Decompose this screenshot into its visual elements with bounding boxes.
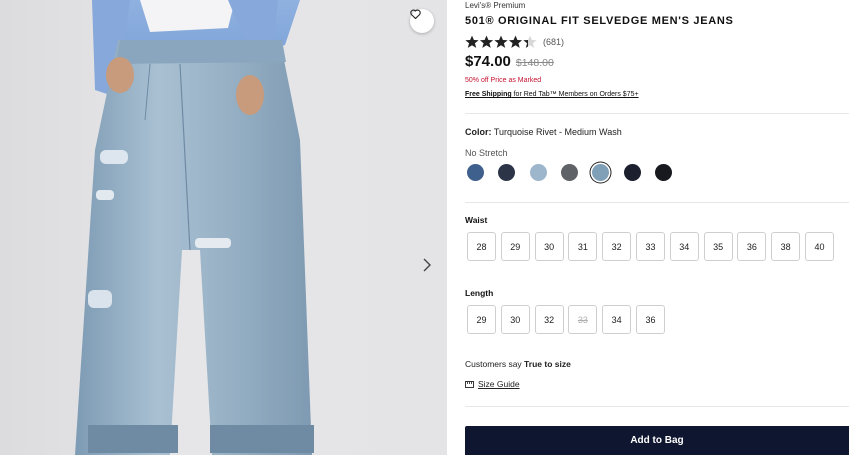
length-size-option[interactable]: 33	[568, 305, 598, 334]
color-swatch[interactable]	[560, 164, 578, 181]
waist-label: Waist	[465, 215, 488, 225]
divider	[465, 202, 849, 203]
stretch-label: No Stretch	[465, 148, 508, 158]
product-photo	[75, 0, 314, 455]
fit-note: Customers say True to size	[465, 359, 571, 369]
color-selection: Color: Turquoise Rivet - Medium Wash	[465, 127, 622, 137]
product-title: 501® ORIGINAL FIT SELVEDGE MEN'S JEANS	[465, 15, 734, 27]
heart-icon	[410, 9, 421, 19]
divider	[465, 113, 849, 114]
color-value: Turquoise Rivet - Medium Wash	[493, 127, 622, 137]
length-label: Length	[465, 288, 494, 298]
shipping-detail: for Red Tab™ Members on Orders $75+	[511, 91, 639, 98]
waist-size-option[interactable]: 28	[467, 232, 496, 261]
length-size-option[interactable]: 29	[467, 305, 496, 334]
next-image-button[interactable]	[423, 258, 439, 280]
waist-size-grid: 28 29 30 31 32 33 34 35 36 38 40	[467, 232, 849, 261]
divider	[465, 406, 849, 407]
waist-size-option[interactable]: 29	[500, 232, 530, 261]
waist-size-option[interactable]: 32	[602, 232, 632, 261]
waist-size-option[interactable]: 36	[737, 232, 767, 261]
promo-text: 50% off Price as Marked	[465, 77, 542, 84]
original-price: $148.00	[515, 57, 554, 69]
length-size-option[interactable]: 32	[534, 305, 564, 334]
waist-size-option[interactable]: 30	[534, 232, 564, 261]
shipping-note[interactable]: Free Shipping for Red Tab™ Members on Or…	[465, 91, 639, 98]
free-shipping-link[interactable]: Free Shipping	[465, 91, 512, 98]
length-size-option[interactable]: 34	[602, 305, 632, 334]
product-image-gallery[interactable]	[0, 0, 447, 455]
product-brand: Levi's® Premium	[465, 1, 526, 10]
waist-size-option[interactable]: 33	[636, 232, 665, 261]
ruler-icon	[465, 380, 474, 388]
length-size-option[interactable]: 30	[500, 305, 530, 334]
color-swatch[interactable]	[623, 164, 641, 181]
chevron-right-icon	[423, 258, 431, 272]
length-size-option[interactable]: 36	[636, 305, 665, 334]
star-rating-icon	[465, 35, 537, 48]
color-label: Color:	[465, 127, 492, 137]
color-swatches	[465, 163, 685, 183]
size-guide-link[interactable]: Size Guide	[465, 379, 520, 389]
product-rating[interactable]: (681)	[465, 35, 564, 49]
color-swatch[interactable]	[592, 164, 610, 181]
waist-size-option[interactable]: 35	[703, 232, 733, 261]
fit-prefix: Customers say	[465, 359, 525, 369]
waist-size-option[interactable]: 31	[568, 232, 598, 261]
wishlist-button[interactable]	[410, 9, 434, 33]
product-details-panel: Levi's® Premium 501® ORIGINAL FIT SELVED…	[465, 0, 849, 455]
color-swatch[interactable]	[498, 164, 516, 181]
waist-size-option[interactable]: 40	[805, 232, 834, 261]
review-count[interactable]: (681)	[543, 37, 564, 47]
size-guide-label[interactable]: Size Guide	[478, 379, 520, 389]
add-to-bag-button[interactable]: Add to Bag	[465, 426, 849, 455]
current-price: $74.00	[465, 53, 511, 70]
color-swatch[interactable]	[654, 164, 672, 181]
color-swatch[interactable]	[467, 164, 484, 181]
color-swatch[interactable]	[529, 164, 547, 181]
fit-value: True to size	[524, 359, 571, 369]
length-size-grid: 29 30 32 33 34 36	[467, 305, 849, 334]
waist-size-option[interactable]: 34	[669, 232, 699, 261]
price-block: $74.00 $148.00	[465, 53, 554, 70]
waist-size-option[interactable]: 38	[771, 232, 801, 261]
